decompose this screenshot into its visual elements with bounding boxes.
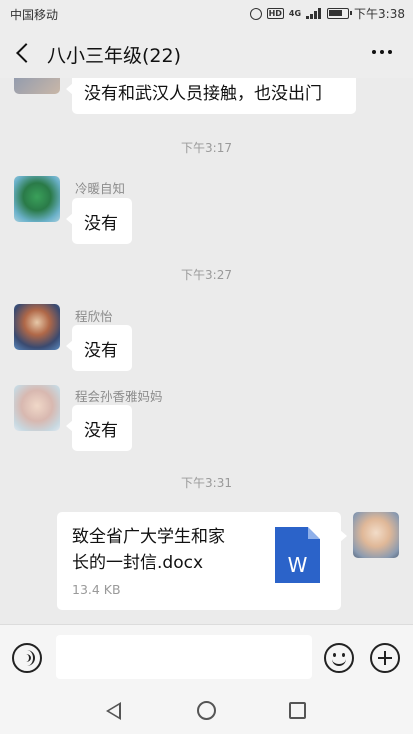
avatar[interactable]: [14, 176, 60, 222]
message-text: 没有和武汉人员接触，也没出门: [84, 83, 322, 104]
message-bubble[interactable]: 没有: [66, 198, 132, 244]
nav-recent-icon[interactable]: [289, 702, 306, 719]
more-dots-icon[interactable]: [369, 42, 395, 62]
file-name: 致全省广大学生和家 长的一封信.docx: [72, 524, 262, 576]
file-name-line: 长的一封信.docx: [72, 553, 204, 573]
chat-title: 八小三年级(22): [47, 45, 182, 67]
chat-header: 八小三年级(22): [0, 28, 413, 78]
status-time: 下午3:38: [354, 7, 405, 21]
emoji-icon[interactable]: [324, 643, 354, 673]
status-bar: 中国移动 HD 4G 下午3:38: [0, 0, 413, 28]
avatar[interactable]: [14, 304, 60, 350]
sender-name: 冷暖自知: [75, 181, 126, 196]
signal-icon: [306, 8, 322, 19]
file-message-card[interactable]: 致全省广大学生和家 长的一封信.docx 13.4 KB W: [57, 512, 347, 610]
avatar[interactable]: [14, 78, 60, 94]
sender-name: 程会孙香雅妈妈: [75, 389, 163, 404]
alarm-icon: [249, 7, 262, 20]
system-nav-bar: [0, 688, 413, 734]
input-bar: [0, 624, 413, 688]
self-avatar[interactable]: [353, 512, 399, 558]
message-bubble[interactable]: 没有: [66, 325, 132, 371]
word-document-icon: W: [275, 527, 320, 583]
status-icons: HD 4G 下午3:38: [249, 5, 405, 22]
message-bubble[interactable]: 没有: [66, 405, 132, 451]
message-timestamp: 下午3:17: [181, 141, 232, 155]
nav-back-icon[interactable]: [106, 702, 121, 720]
message-list[interactable]: 没有和武汉人员接触，也没出门 下午3:17 冷暖自知 没有 下午3:27 程欣怡…: [0, 78, 413, 624]
battery-icon: [327, 8, 353, 19]
carrier-name: 中国移动: [10, 8, 59, 22]
plus-icon[interactable]: [370, 643, 400, 673]
message-timestamp: 下午3:27: [181, 268, 232, 282]
sender-name: 程欣怡: [75, 309, 113, 324]
word-icon-letter: W: [287, 553, 308, 577]
file-size: 13.4 KB: [72, 582, 121, 597]
chevron-left-icon[interactable]: [10, 39, 38, 67]
voice-icon[interactable]: [12, 643, 42, 673]
message-input[interactable]: [56, 635, 312, 679]
message-text: 没有: [84, 420, 118, 441]
message-timestamp: 下午3:31: [181, 476, 232, 490]
message-bubble[interactable]: 没有和武汉人员接触，也没出门: [66, 78, 356, 114]
avatar[interactable]: [14, 385, 60, 431]
nav-home-icon[interactable]: [197, 701, 216, 720]
message-text: 没有: [84, 213, 118, 234]
hd-icon: HD: [266, 8, 284, 19]
file-name-line: 致全省广大学生和家: [72, 527, 225, 547]
message-text: 没有: [84, 340, 118, 361]
network-type: 4G: [288, 9, 302, 18]
